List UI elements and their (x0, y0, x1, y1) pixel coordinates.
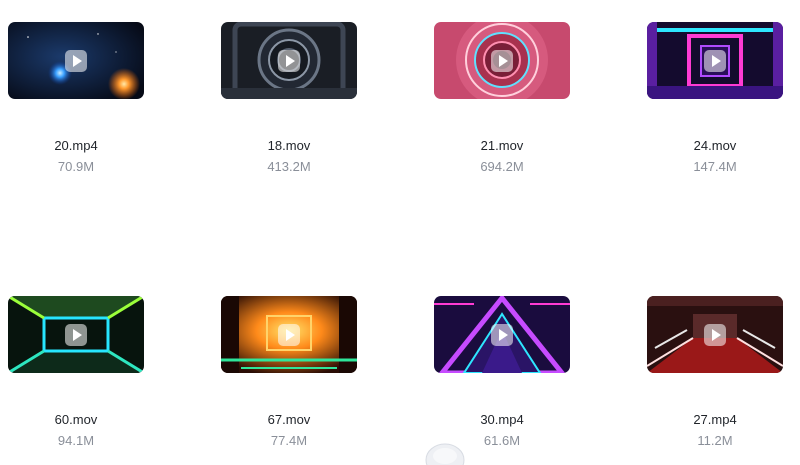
file-name[interactable]: 18.mov (221, 138, 357, 153)
video-thumbnail[interactable] (434, 22, 570, 99)
file-name[interactable]: 24.mov (647, 138, 783, 153)
file-size: 413.2M (267, 159, 311, 174)
file-name[interactable]: 21.mov (434, 138, 570, 153)
play-icon[interactable] (65, 49, 87, 72)
play-icon[interactable] (278, 49, 300, 72)
file-size: 11.2M (697, 433, 733, 448)
file-size: 694.2M (480, 159, 524, 174)
video-thumbnail[interactable] (647, 296, 783, 373)
file-size: 94.1M (57, 433, 95, 448)
video-file-card[interactable]: 67.mov 77.4M (221, 296, 359, 456)
video-thumbnail[interactable] (8, 22, 144, 99)
play-icon[interactable] (278, 323, 300, 346)
video-thumbnail[interactable] (221, 296, 357, 373)
video-file-grid: 20.mp4 70.9M 18.mov 413.2M 21.mov 694.2M… (0, 0, 800, 465)
file-name[interactable]: 67.mov (221, 412, 357, 427)
file-name[interactable]: 27.mp4 (647, 412, 783, 427)
video-file-card[interactable]: 18.mov 413.2M (221, 22, 359, 182)
video-file-card[interactable]: 60.mov 94.1M (8, 296, 146, 456)
video-thumbnail[interactable] (434, 296, 570, 373)
video-thumbnail[interactable] (647, 22, 783, 99)
play-icon[interactable] (491, 49, 513, 72)
play-icon[interactable] (704, 49, 726, 72)
video-file-card[interactable]: 24.mov 147.4M (647, 22, 785, 182)
video-file-card[interactable]: 27.mp4 11.2M (647, 296, 785, 456)
video-file-card[interactable]: 30.mp4 61.6M (434, 296, 572, 456)
file-size: 70.9M (57, 159, 95, 174)
video-thumbnail[interactable] (8, 296, 144, 373)
floating-mascot-icon[interactable] (422, 440, 468, 465)
video-file-card[interactable]: 21.mov 694.2M (434, 22, 572, 182)
play-icon[interactable] (65, 323, 87, 346)
play-icon[interactable] (704, 323, 726, 346)
file-size: 77.4M (270, 433, 308, 448)
play-icon[interactable] (491, 323, 513, 346)
file-size: 147.4M (693, 159, 737, 174)
file-name[interactable]: 60.mov (8, 412, 144, 427)
video-file-card[interactable]: 20.mp4 70.9M (8, 22, 146, 182)
video-thumbnail[interactable] (221, 22, 357, 99)
file-name[interactable]: 30.mp4 (434, 412, 570, 427)
file-name[interactable]: 20.mp4 (8, 138, 144, 153)
